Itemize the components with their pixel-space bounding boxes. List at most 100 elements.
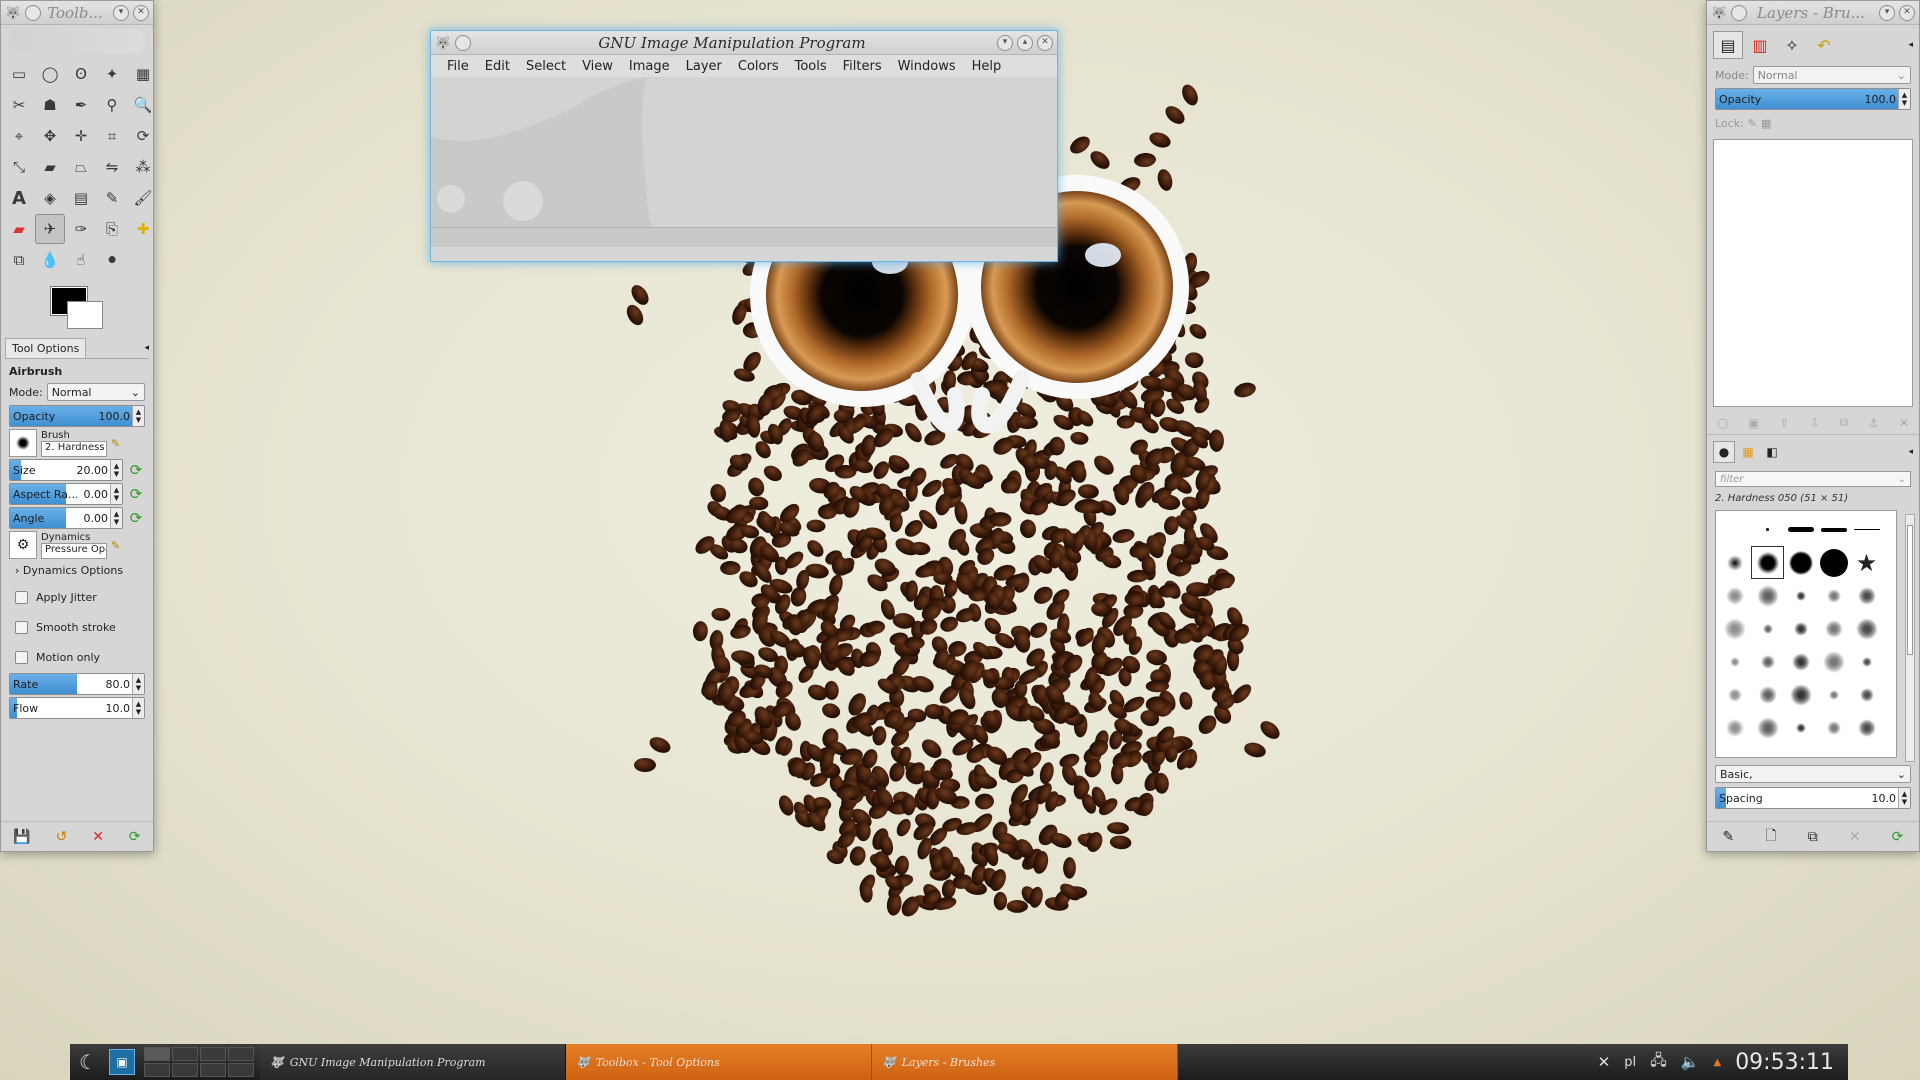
desktop-2[interactable] [172, 1047, 198, 1061]
lock-alpha-icon[interactable]: ▦ [1761, 117, 1771, 130]
empty-image-area[interactable] [431, 77, 1057, 227]
mode-combo[interactable]: Normal ⌄ [46, 383, 145, 401]
size-spin[interactable]: ▲ ▼ [110, 460, 122, 480]
menu-image[interactable]: Image [621, 59, 678, 74]
dynamics-preview[interactable]: ⚙ [9, 531, 37, 559]
fuzzy-select-tool-icon[interactable]: ✦ [97, 59, 127, 89]
rate-slider[interactable]: Rate 80.0 ▲ ▼ [9, 673, 145, 695]
brush-preview-cell[interactable] [1817, 645, 1850, 678]
task-layers-brushes[interactable]: 🐺 Layers - Brushes [872, 1044, 1178, 1080]
anchor-layer-icon[interactable]: ⚓ [1868, 416, 1879, 430]
close-button[interactable]: ✕ [1899, 4, 1915, 21]
brush-preview-cell[interactable] [1784, 678, 1817, 711]
edit-dynamics-icon[interactable]: ✎ [111, 539, 120, 552]
reset-angle-icon[interactable]: ⟳ [127, 509, 145, 527]
brush-preview-cell[interactable] [1784, 513, 1817, 546]
apply-jitter-row[interactable]: Apply Jitter [1, 582, 153, 612]
save-options-icon[interactable]: 💾 [13, 829, 30, 845]
brush-preview-cell[interactable] [1817, 546, 1850, 579]
brush-preview-cell[interactable] [1751, 579, 1784, 612]
layers-list[interactable] [1713, 139, 1913, 407]
color-picker-tool-icon[interactable]: ⚲ [97, 90, 127, 120]
delete-brush-icon[interactable]: ✕ [1849, 829, 1861, 845]
desktop-3[interactable] [200, 1047, 226, 1061]
delete-options-icon[interactable]: ✕ [92, 829, 104, 845]
patterns-tab-icon[interactable]: ▦ [1737, 441, 1759, 463]
desktop-6[interactable] [172, 1063, 198, 1077]
scissors-tool-icon[interactable]: ✂ [4, 90, 34, 120]
ink-tool-icon[interactable]: ✑ [66, 214, 96, 244]
new-layer-group-icon[interactable]: ▣ [1748, 416, 1759, 430]
brush-preview-cell[interactable] [1751, 678, 1784, 711]
zoom-tool-icon[interactable]: 🔍 [128, 90, 158, 120]
flip-tool-icon[interactable]: ⇋ [97, 152, 127, 182]
clock[interactable]: 09:53:11 [1735, 1050, 1834, 1075]
brush-preview-cell[interactable] [1718, 546, 1751, 579]
refresh-brushes-icon[interactable]: ⟳ [1892, 829, 1904, 845]
tools-tray-icon[interactable]: ✕ [1598, 1053, 1611, 1071]
close-button[interactable]: ✕ [133, 4, 149, 21]
brush-preview-cell[interactable] [1817, 678, 1850, 711]
blend-tool-icon[interactable]: ▤ [66, 183, 96, 213]
reset-size-icon[interactable]: ⟳ [127, 461, 145, 479]
brush-preview-cell[interactable] [1850, 579, 1883, 612]
brush-preview-cell[interactable] [1850, 513, 1883, 546]
close-button[interactable]: ✕ [1037, 34, 1053, 51]
smudge-tool-icon[interactable]: ☝ [66, 245, 96, 275]
toolbox-window[interactable]: 🐺 Toolb... ▾ ✕ ▭ ◯ ʘ ✦ ▦ ✂ ☗ ✒ ⚲ 🔍 ⌖ ✥ ✛… [0, 0, 154, 852]
airbrush-tool-icon[interactable]: ✈ [35, 214, 65, 244]
gimp-main-window[interactable]: 🐺 GNU Image Manipulation Program ▾ ▴ ✕ F… [430, 30, 1058, 262]
apply-jitter-checkbox[interactable] [15, 590, 28, 604]
angle-spin[interactable]: ▲ ▼ [110, 508, 122, 528]
blur-tool-icon[interactable]: 💧 [35, 245, 65, 275]
spacing-slider[interactable]: Spacing 10.0 ▲ ▼ [1715, 787, 1911, 809]
rect-select-tool-icon[interactable]: ▭ [4, 59, 34, 89]
smooth-stroke-row[interactable]: Smooth stroke [1, 612, 153, 642]
bucket-fill-tool-icon[interactable]: ◈ [35, 183, 65, 213]
configure-tab-icon[interactable]: ◂ [1908, 447, 1913, 457]
virtual-desktop-pager[interactable] [144, 1047, 254, 1077]
layer-mode-combo[interactable]: Normal ⌄ [1752, 66, 1911, 84]
minimize-button[interactable]: ▾ [997, 34, 1013, 51]
menu-tools[interactable]: Tools [787, 59, 835, 74]
opacity-slider[interactable]: Opacity 100.0 ▲ ▼ [9, 405, 145, 427]
text-tool-icon[interactable]: A [4, 183, 34, 213]
tray-expand-icon[interactable]: ▲ [1713, 1057, 1721, 1068]
opacity-spin[interactable]: ▲ ▼ [132, 406, 144, 426]
brush-preview-cell[interactable] [1817, 579, 1850, 612]
dodge-burn-tool-icon[interactable]: ⚫ [97, 245, 127, 275]
paintbrush-tool-icon[interactable]: 🖌 [128, 183, 158, 213]
show-desktop-icon[interactable]: ▣ [109, 1049, 135, 1075]
restore-options-icon[interactable]: ↺ [56, 829, 68, 845]
layer-opacity-spin[interactable]: ▲ ▼ [1898, 89, 1910, 109]
brush-scrollbar-thumb[interactable] [1907, 525, 1913, 655]
duplicate-layer-icon[interactable]: ⧉ [1840, 415, 1849, 430]
application-launcher-icon[interactable]: ☾ [70, 1044, 106, 1080]
keyboard-layout[interactable]: pl [1624, 1055, 1636, 1070]
brush-preview-cell[interactable] [1784, 546, 1817, 579]
menu-windows[interactable]: Windows [890, 59, 964, 74]
brush-preview-cell[interactable] [1784, 645, 1817, 678]
smooth-stroke-checkbox[interactable] [15, 620, 28, 634]
cage-tool-icon[interactable]: ⁂ [128, 152, 158, 182]
tab-tool-options[interactable]: Tool Options [5, 337, 87, 358]
brush-preview-cell[interactable] [1718, 645, 1751, 678]
menu-edit[interactable]: Edit [477, 59, 518, 74]
brush-filter-input[interactable]: filter ⌄ [1715, 471, 1911, 487]
brush-preview-cell[interactable] [1751, 513, 1784, 546]
brush-preview-cell[interactable] [1784, 711, 1817, 744]
menu-layer[interactable]: Layer [678, 59, 730, 74]
brush-preview-cell[interactable] [1817, 612, 1850, 645]
ellipse-select-tool-icon[interactable]: ◯ [35, 59, 65, 89]
rotate-tool-icon[interactable]: ⟳ [128, 121, 158, 151]
scale-tool-icon[interactable]: ⤡ [4, 152, 34, 182]
menu-filters[interactable]: Filters [835, 59, 890, 74]
brush-preview-cell[interactable]: ★ [1850, 546, 1883, 579]
edit-brush-icon[interactable]: ✎ [1723, 829, 1735, 845]
menu-help[interactable]: Help [964, 59, 1010, 74]
flow-spin[interactable]: ▲ ▼ [132, 698, 144, 718]
raise-layer-icon[interactable]: ⇧ [1780, 416, 1790, 430]
spacing-spin[interactable]: ▲ ▼ [1898, 788, 1910, 808]
rate-spin[interactable]: ▲ ▼ [132, 674, 144, 694]
shear-tool-icon[interactable]: ▰ [35, 152, 65, 182]
